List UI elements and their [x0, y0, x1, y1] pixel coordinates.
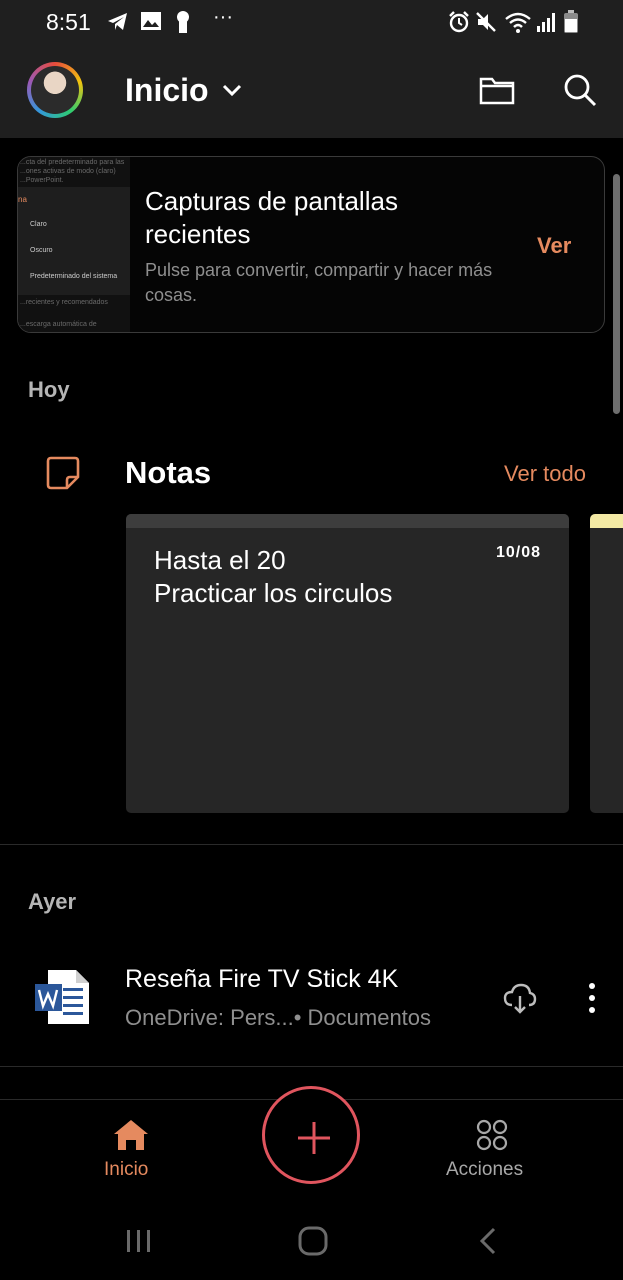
overflow-indicator: ··· [213, 6, 233, 28]
card-title: Capturas de pantallas recientes [145, 186, 398, 249]
telegram-icon [106, 10, 130, 39]
divider [0, 844, 623, 845]
thumb-text: Claro [30, 221, 47, 228]
page-title[interactable]: Inicio [125, 72, 209, 109]
thumb-text: ...PowerPoint. [20, 177, 64, 184]
plus-icon [296, 1120, 332, 1161]
section-label-today: Hoy [28, 377, 70, 402]
home-button-icon[interactable] [298, 1226, 328, 1261]
folder-icon[interactable] [478, 72, 516, 113]
alarm-icon [447, 10, 471, 39]
note-date: 10/08 [495, 544, 541, 561]
keyhole-icon [174, 10, 192, 39]
thumb-text: na [18, 195, 27, 204]
avatar[interactable] [27, 62, 83, 118]
bottom-navigation: Inicio Acciones [0, 1086, 623, 1206]
actions-grid-icon[interactable] [476, 1119, 508, 1156]
word-doc-icon [34, 968, 90, 1031]
status-bar: 8:51 ··· [0, 0, 623, 44]
system-navigation-bar [0, 1206, 623, 1280]
note-color-strip [126, 514, 569, 528]
thumb-text: Oscuro [30, 247, 53, 254]
cloud-download-icon[interactable] [503, 981, 537, 1020]
more-options-icon[interactable] [582, 982, 602, 1019]
status-time: 8:51 [46, 9, 91, 35]
app-header: Inicio [0, 44, 623, 138]
recent-screenshots-card[interactable]: ...cta del predeterminado para las ...on… [17, 156, 605, 333]
recent-apps-icon[interactable] [124, 1226, 154, 1261]
file-title[interactable]: Reseña Fire TV Stick 4K [125, 965, 398, 994]
home-icon[interactable] [112, 1117, 150, 1158]
note-card[interactable]: Hasta el 20 Practicar los circulos 10/08 [126, 514, 569, 813]
thumb-text: ...cta del predeterminado para las [20, 159, 125, 166]
note-line: Practicar los circulos [154, 578, 393, 608]
thumb-text: ...ones activas de modo (claro) [20, 168, 116, 175]
signal-icon [536, 10, 558, 39]
section-label-yesterday: Ayer [28, 889, 77, 914]
search-icon[interactable] [562, 72, 598, 113]
view-button[interactable]: Ver [537, 233, 571, 259]
note-line: Hasta el 20 [154, 545, 286, 575]
gallery-icon [140, 10, 162, 37]
thumb-text: ...recientes y recomendados [20, 299, 108, 306]
thumb-text: ...escarga automática de [20, 321, 97, 328]
create-button[interactable] [262, 1086, 360, 1184]
avatar-photo [31, 66, 79, 114]
sticky-note-icon [45, 455, 81, 496]
note-card[interactable] [590, 514, 623, 813]
note-body: Hasta el 20 Practicar los circulos [154, 544, 392, 610]
battery-icon [563, 10, 579, 39]
file-location: OneDrive: Pers...• Documentos [125, 1005, 432, 1030]
see-all-notes-link[interactable]: Ver todo [504, 461, 586, 487]
wifi-icon [504, 10, 532, 39]
nav-actions-label[interactable]: Acciones [446, 1159, 523, 1181]
mute-icon [475, 10, 497, 39]
thumb-text: Predeterminado del sistema [30, 273, 118, 280]
screenshot-thumbnail: ...cta del predeterminado para las ...on… [18, 157, 130, 332]
note-color-strip [590, 514, 623, 528]
divider [0, 1066, 623, 1067]
back-icon[interactable] [476, 1226, 500, 1261]
chevron-down-icon[interactable] [220, 78, 244, 107]
card-subtitle: Pulse para convertir, compartir y hacer … [145, 260, 493, 305]
notes-section-title: Notas [125, 455, 212, 490]
nav-home-label[interactable]: Inicio [104, 1159, 148, 1181]
scrollbar[interactable] [613, 174, 620, 414]
